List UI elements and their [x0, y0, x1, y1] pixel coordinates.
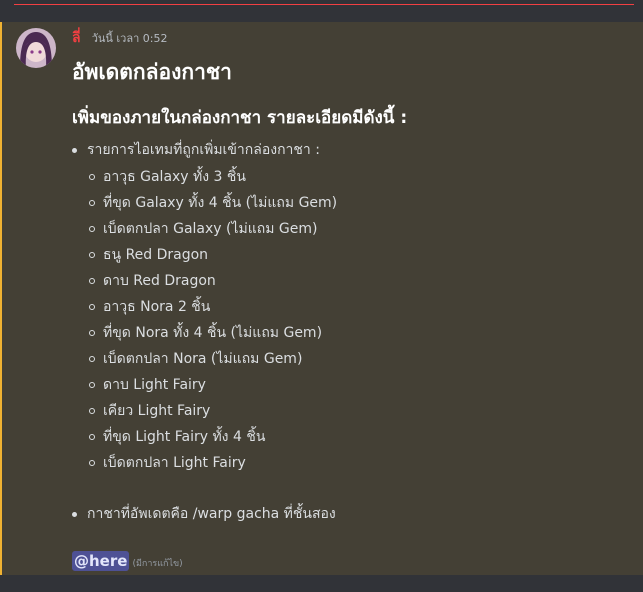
location-note: กาชาที่อัพเดตคือ /warp gacha ที่ชั้นสอง — [72, 504, 336, 524]
edited-label: (มีการแก้ไข) — [132, 559, 183, 569]
list-item: ที่ขุด Nora ทั้ง 4 ชิ้น (ไม่แถม Gem) — [87, 322, 337, 348]
user-avatar[interactable] — [16, 28, 56, 68]
list-item: รายการไอเทมที่ถูกเพิ่มเข้ากล่องกาชา : อา… — [72, 140, 337, 478]
item-list: รายการไอเทมที่ถูกเพิ่มเข้ากล่องกาชา : อา… — [72, 140, 337, 478]
note-list: กาชาที่อัพเดตคือ /warp gacha ที่ชั้นสอง — [72, 504, 336, 524]
here-mention[interactable]: @here — [72, 551, 130, 571]
avatar-image — [16, 28, 56, 68]
message-header: ลี่ วันนี้ เวลา 0:52 — [72, 27, 168, 46]
list-item: ดาบ Red Dragon — [87, 270, 337, 296]
list-item: เบ็ดตกปลา Light Fairy — [87, 452, 337, 478]
username[interactable]: ลี่ — [72, 30, 81, 46]
list-item: เคียว Light Fairy — [87, 400, 337, 426]
mention-line: @here (มีการแก้ไข) — [72, 551, 183, 571]
new-messages-divider — [14, 4, 634, 5]
list-item: อาวุธ Galaxy ทั้ง 3 ชิ้น — [87, 166, 337, 192]
list-item: ดาบ Light Fairy — [87, 374, 337, 400]
sub-item-list: อาวุธ Galaxy ทั้ง 3 ชิ้น ที่ขุด Galaxy ท… — [87, 166, 337, 478]
bottom-bar — [0, 575, 643, 592]
message-timestamp: วันนี้ เวลา 0:52 — [91, 32, 168, 45]
list-item: ธนู Red Dragon — [87, 244, 337, 270]
list-item: เบ็ดตกปลา Nora (ไม่แถม Gem) — [87, 348, 337, 374]
list-item: ที่ขุด Galaxy ทั้ง 4 ชิ้น (ไม่แถม Gem) — [87, 192, 337, 218]
list-item: อาวุธ Nora 2 ชิ้น — [87, 296, 337, 322]
top-bar — [0, 0, 643, 22]
list-item: เบ็ดตกปลา Galaxy (ไม่แถม Gem) — [87, 218, 337, 244]
list-header: รายการไอเทมที่ถูกเพิ่มเข้ากล่องกาชา : — [87, 142, 320, 158]
message-subtitle: เพิ่มของภายในกล่องกาชา รายละเอียดมีดังนี… — [72, 108, 408, 128]
message-title: อัพเดตกล่องกาชา — [72, 60, 232, 84]
list-item: ที่ขุด Light Fairy ทั้ง 4 ชิ้น — [87, 426, 337, 452]
